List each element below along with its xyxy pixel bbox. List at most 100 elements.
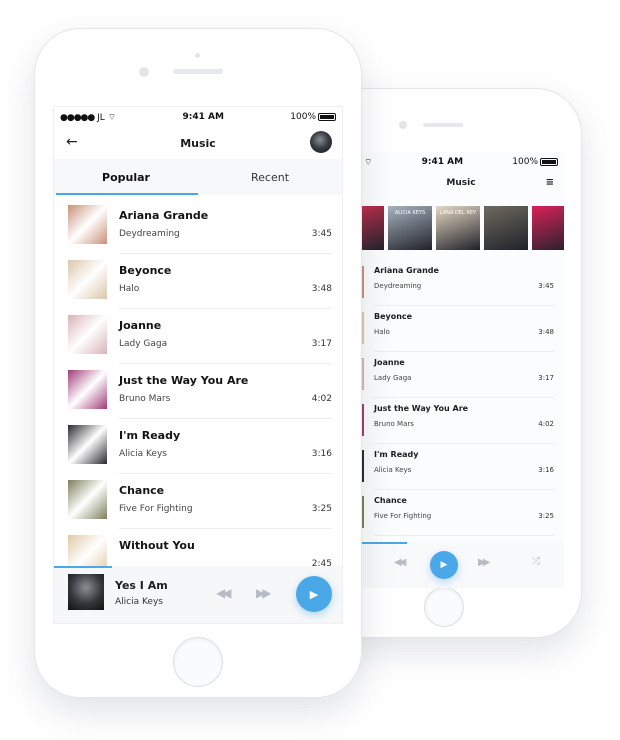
song-row[interactable]: Chance Five For Fighting 3:25 — [54, 474, 342, 529]
front-status-bar: ●●●●● JL ⌔ 9:41 AM 100% — [54, 107, 342, 127]
back-progress-bar[interactable] — [358, 542, 408, 544]
song-title: Just the Way You Are — [119, 374, 249, 387]
album-cover — [68, 315, 107, 354]
back-speaker — [423, 123, 463, 127]
song-artist: Lady Gaga — [119, 339, 168, 349]
song-artist: Five For Fighting — [374, 512, 432, 520]
album-cover — [68, 480, 107, 519]
page-title: Music — [180, 136, 216, 150]
menu-icon[interactable]: ≡ — [546, 177, 554, 188]
song-title: Joanne — [374, 358, 405, 367]
tab-recent[interactable]: Recent — [198, 159, 342, 195]
back-play-button[interactable]: ▶ — [430, 551, 458, 579]
song-row[interactable]: I'm Ready Alicia Keys 3:16 — [54, 419, 342, 474]
wifi-icon: ⌔ — [364, 157, 373, 168]
song-duration: 4:02 — [538, 420, 554, 428]
front-sensor — [195, 53, 200, 58]
song-duration: 4:02 — [311, 394, 332, 404]
song-title: Ariana Grande — [119, 209, 209, 222]
song-artist: Deydreaming — [374, 282, 422, 290]
song-artist: Five For Fighting — [119, 504, 193, 514]
song-duration: 3:45 — [311, 229, 332, 239]
song-duration: 3:48 — [538, 328, 554, 336]
back-battery-group: 100% — [512, 157, 558, 167]
divider — [374, 535, 554, 536]
rewind-icon[interactable]: ◀◀ — [394, 557, 407, 568]
back-player-bar: ◀◀ ▶ ▶▶ ⤮ — [358, 542, 564, 588]
song-artist: Halo — [374, 328, 390, 336]
back-song-row[interactable]: Beyonce Halo 3:48 — [358, 306, 564, 352]
song-duration: 3:17 — [538, 374, 554, 382]
song-row[interactable]: Joanne Lady Gaga 3:17 — [54, 309, 342, 364]
carousel-album-cover[interactable] — [484, 206, 528, 250]
back-arrow-icon[interactable]: ← — [66, 134, 78, 150]
back-battery-text: 100% — [512, 157, 538, 167]
song-title: Chance — [374, 496, 407, 505]
fast-forward-icon[interactable]: ▶▶ — [256, 586, 272, 600]
song-row[interactable]: Ariana Grande Deydreaming 3:45 — [54, 199, 342, 254]
front-battery-group: 100% — [290, 112, 336, 122]
avatar[interactable] — [310, 131, 332, 153]
play-button[interactable]: ▶ — [296, 576, 332, 612]
song-list: Ariana Grande Deydreaming 3:45 Beyonce Halo 3… — [54, 199, 342, 567]
front-battery-text: 100% — [290, 112, 316, 122]
back-song-row[interactable]: Chance Five For Fighting 3:25 — [358, 490, 564, 536]
now-playing-bar: Yes I Am Alicia Keys ◀◀ ▶▶ ▶ — [54, 566, 342, 623]
song-artist: Alicia Keys — [119, 449, 167, 459]
song-duration: 3:17 — [311, 339, 332, 349]
album-cover — [68, 425, 107, 464]
back-screen: ⌔ 9:41 AM 100% Music ≡ ALICIA KEYS LANA D… — [358, 152, 564, 588]
battery-icon — [540, 157, 558, 166]
back-status-bar: ⌔ 9:41 AM 100% — [358, 152, 564, 172]
front-screen: ●●●●● JL ⌔ 9:41 AM 100% ← Music Popular … — [53, 106, 343, 624]
song-duration: 3:48 — [311, 284, 332, 294]
song-duration: 3:25 — [311, 504, 332, 514]
song-row[interactable]: Just the Way You Are Bruno Mars 4:02 — [54, 364, 342, 419]
carrier-text: JL — [97, 112, 105, 123]
album-carousel[interactable]: ALICIA KEYS LANA DEL REY — [358, 206, 564, 252]
song-duration: 3:16 — [311, 449, 332, 459]
carousel-album-cover[interactable]: ALICIA KEYS — [388, 206, 432, 250]
song-title: Just the Way You Are — [374, 404, 469, 413]
song-artist: Alicia Keys — [374, 466, 412, 474]
front-home-button[interactable] — [173, 637, 223, 687]
song-artist: Bruno Mars — [119, 394, 171, 404]
battery-icon — [318, 112, 336, 121]
song-title: Joanne — [119, 319, 162, 332]
front-status-time: 9:41 AM — [182, 112, 224, 122]
song-row[interactable]: Beyonce Halo 3:48 — [54, 254, 342, 309]
app-showcase: ⌔ 9:41 AM 100% Music ≡ ALICIA KEYS LANA D… — [0, 0, 620, 740]
tab-popular[interactable]: Popular — [54, 159, 198, 195]
song-artist: Bruno Mars — [374, 420, 414, 428]
playback-progress[interactable] — [54, 566, 112, 568]
back-page-title: Music — [446, 178, 476, 188]
song-title: Without You — [119, 539, 195, 552]
front-speaker — [173, 69, 223, 74]
back-song-row[interactable]: Joanne Lady Gaga 3:17 — [358, 352, 564, 398]
wifi-icon: ⌔ — [107, 112, 117, 123]
back-home-button[interactable] — [424, 587, 464, 627]
song-title: Chance — [119, 484, 165, 497]
song-duration: 3:45 — [538, 282, 554, 290]
carousel-album-cover[interactable]: LANA DEL REY — [436, 206, 480, 250]
song-artist: Lady Gaga — [374, 374, 412, 382]
album-cover — [68, 205, 107, 244]
back-song-row[interactable]: Ariana Grande Deydreaming 3:45 — [358, 260, 564, 306]
album-cover — [68, 260, 107, 299]
fast-forward-icon[interactable]: ▶▶ — [478, 557, 491, 568]
song-artist: Halo — [119, 284, 140, 294]
song-title: Beyonce — [374, 312, 413, 321]
back-song-row[interactable]: I'm Ready Alicia Keys 3:16 — [358, 444, 564, 490]
rewind-icon[interactable]: ◀◀ — [216, 586, 232, 600]
song-duration: 3:16 — [538, 466, 554, 474]
now-playing-cover — [68, 574, 104, 610]
back-song-row[interactable]: Just the Way You Are Bruno Mars 4:02 — [358, 398, 564, 444]
shuffle-icon[interactable]: ⤮ — [532, 556, 540, 567]
song-title: I'm Ready — [119, 429, 181, 442]
signal-icon: ●●●●● — [60, 112, 95, 123]
song-row[interactable]: Without You 2:45 — [54, 529, 342, 567]
song-title: Ariana Grande — [374, 266, 439, 275]
song-title: Beyonce — [119, 264, 172, 277]
back-status-time: 9:41 AM — [421, 157, 464, 167]
carousel-album-cover[interactable] — [532, 206, 564, 250]
